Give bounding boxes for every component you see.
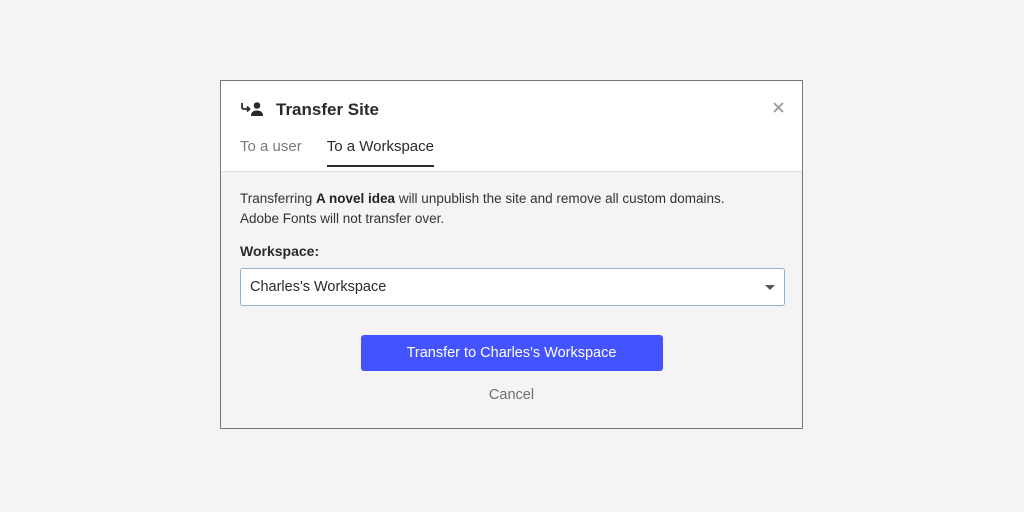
transfer-user-icon (240, 100, 266, 120)
chevron-down-icon (765, 284, 775, 290)
desc-line-2: Adobe Fonts will not transfer over. (240, 211, 445, 226)
tab-bar: To a user To a Workspace (240, 138, 434, 167)
tab-to-a-workspace[interactable]: To a Workspace (326, 138, 434, 167)
workspace-label: Workspace: (240, 243, 320, 259)
transfer-description: Transferring A novel idea will unpublish… (240, 189, 783, 229)
site-name: A novel idea (316, 191, 396, 206)
desc-suffix: will unpublish the site and remove all c… (395, 191, 725, 206)
transfer-site-dialog: Transfer Site To a user To a Workspace T… (220, 80, 803, 429)
dialog-title: Transfer Site (276, 100, 379, 119)
dialog-body: Transferring A novel idea will unpublish… (221, 172, 802, 403)
cancel-button[interactable]: Cancel (489, 387, 534, 403)
workspace-select[interactable]: Charles's Workspace (240, 268, 785, 306)
dialog-title-row: Transfer Site (240, 99, 379, 121)
desc-prefix: Transferring (240, 191, 317, 206)
transfer-button[interactable]: Transfer to Charles's Workspace (360, 335, 663, 371)
dialog-header: Transfer Site To a user To a Workspace (221, 81, 802, 172)
close-icon (772, 100, 784, 118)
tab-to-a-user[interactable]: To a user (240, 138, 302, 167)
close-button[interactable] (770, 101, 786, 117)
workspace-select-value: Charles's Workspace (250, 279, 387, 295)
dialog-actions: Transfer to Charles's Workspace Cancel (240, 335, 783, 403)
